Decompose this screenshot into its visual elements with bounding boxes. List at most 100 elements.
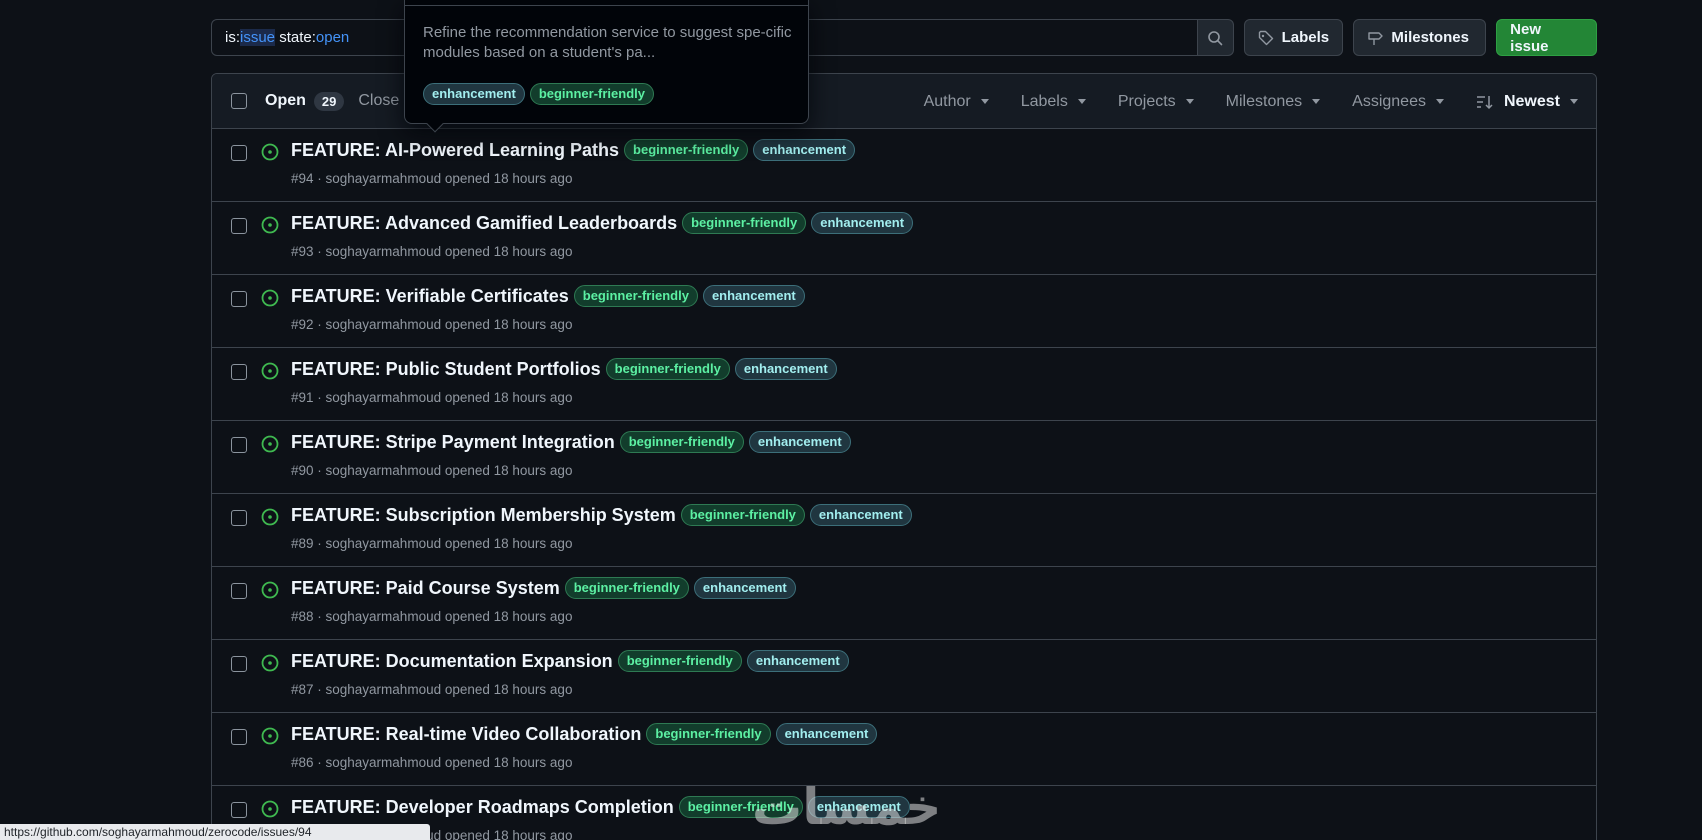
issue-row[interactable]: FEATURE: Public Student Portfolios begin…	[212, 348, 1596, 421]
sort-dropdown[interactable]: Newest	[1476, 93, 1578, 111]
tab-closed[interactable]: Close	[358, 92, 399, 110]
label-beginner-friendly[interactable]: beginner-friendly	[624, 139, 749, 161]
issues-page: is: issue state: open Labels Milestones Ne…	[0, 0, 1702, 840]
label-enhancement[interactable]: enhancement	[753, 139, 856, 161]
label-beginner-friendly[interactable]: beginner-friendly	[682, 212, 807, 234]
label-beginner-friendly[interactable]: beginner-friendly	[605, 358, 730, 380]
issue-title-link[interactable]: FEATURE: Developer Roadmaps Completion	[291, 797, 674, 818]
issue-title-link[interactable]: FEATURE: Stripe Payment Integration	[291, 432, 615, 453]
labels-button[interactable]: Labels	[1243, 19, 1344, 56]
label-beginner-friendly[interactable]: beginner-friendly	[617, 650, 742, 672]
issue-title-link[interactable]: FEATURE: Public Student Portfolios	[291, 359, 601, 380]
issue-checkbox[interactable]	[231, 437, 247, 453]
label-enhancement[interactable]: enhancement	[748, 431, 851, 453]
milestones-button-label: Milestones	[1391, 29, 1469, 46]
label-beginner-friendly[interactable]: beginner-friendly	[646, 723, 771, 745]
issue-checkbox[interactable]	[231, 218, 247, 234]
tab-open[interactable]: Open 29	[265, 91, 345, 111]
filter-assignees[interactable]: Assignees	[1352, 93, 1444, 111]
label-enhancement[interactable]: enhancement	[693, 577, 796, 599]
issue-meta: #87 · soghayarmahmoud opened 18 hours ag…	[291, 682, 573, 697]
search-token-state: state:	[275, 29, 316, 46]
label-enhancement[interactable]: enhancement	[702, 285, 805, 307]
search-button[interactable]	[1197, 19, 1234, 56]
filter-labels-label: Labels	[1020, 92, 1068, 110]
issue-rows: FEATURE: AI-Powered Learning Paths begin…	[212, 129, 1596, 840]
issue-row[interactable]: FEATURE: Stripe Payment Integration begi…	[212, 421, 1596, 494]
label-beginner-friendly[interactable]: beginner-friendly	[680, 504, 805, 526]
issue-title-link[interactable]: FEATURE: Subscription Membership System	[291, 505, 676, 526]
issue-row[interactable]: FEATURE: AI-Powered Learning Paths begin…	[212, 129, 1596, 202]
label-enhancement[interactable]: enhancement	[423, 83, 525, 105]
select-all-checkbox[interactable]	[231, 93, 247, 109]
search-token-open: open	[315, 29, 350, 46]
search-token-is: is:	[225, 29, 240, 46]
issue-checkbox[interactable]	[231, 729, 247, 745]
issue-title-link[interactable]: FEATURE: Paid Course System	[291, 578, 560, 599]
issue-row[interactable]: FEATURE: Subscription Membership System …	[212, 494, 1596, 567]
label-beginner-friendly[interactable]: beginner-friendly	[619, 431, 744, 453]
issue-title-link[interactable]: FEATURE: Documentation Expansion	[291, 651, 613, 672]
chevron-down-icon	[1185, 99, 1194, 104]
label-enhancement[interactable]: enhancement	[809, 504, 912, 526]
issue-title-link[interactable]: FEATURE: Advanced Gamified Leaderboards	[291, 213, 677, 234]
issue-title-line: FEATURE: Verifiable Certificates beginne…	[291, 285, 805, 307]
label-enhancement[interactable]: enhancement	[811, 212, 914, 234]
issue-checkbox[interactable]	[231, 291, 247, 307]
chevron-down-icon	[980, 99, 989, 104]
issue-checkbox[interactable]	[231, 510, 247, 526]
filter-author-label: Author	[923, 92, 971, 110]
issue-title-link[interactable]: FEATURE: Verifiable Certificates	[291, 286, 569, 307]
milestones-button[interactable]: Milestones	[1353, 19, 1487, 56]
search-icon	[1208, 30, 1223, 45]
hover-card-top-border	[405, 0, 808, 6]
issue-opened-icon	[261, 654, 279, 672]
issue-title-line: FEATURE: Stripe Payment Integration begi…	[291, 431, 851, 453]
filter-assignees-label: Assignees	[1352, 92, 1426, 110]
issue-checkbox[interactable]	[231, 364, 247, 380]
issue-opened-icon	[261, 289, 279, 307]
filter-projects[interactable]: Projects	[1118, 93, 1194, 111]
tag-icon	[1258, 30, 1273, 45]
new-issue-button[interactable]: New issue	[1496, 19, 1597, 56]
issue-opened-icon	[261, 727, 279, 745]
label-enhancement[interactable]: enhancement	[775, 723, 878, 745]
issue-title-link[interactable]: FEATURE: AI-Powered Learning Paths	[291, 140, 619, 161]
sort-icon	[1476, 95, 1493, 109]
filter-labels[interactable]: Labels	[1021, 93, 1086, 111]
issue-row[interactable]: FEATURE: Verifiable Certificates beginne…	[212, 275, 1596, 348]
issue-checkbox[interactable]	[231, 145, 247, 161]
labels-button-label: Labels	[1281, 29, 1330, 46]
issue-meta: #88 · soghayarmahmoud opened 18 hours ag…	[291, 609, 573, 624]
label-beginner-friendly[interactable]: beginner-friendly	[564, 577, 689, 599]
issue-hover-card: Refine the recommendation service to sug…	[404, 0, 809, 133]
issue-opened-icon	[261, 581, 279, 599]
label-beginner-friendly[interactable]: beginner-friendly	[529, 83, 654, 105]
issue-meta: #90 · soghayarmahmoud opened 18 hours ag…	[291, 463, 573, 478]
label-enhancement[interactable]: enhancement	[746, 650, 849, 672]
issue-title-line: FEATURE: AI-Powered Learning Paths begin…	[291, 139, 856, 161]
issue-row[interactable]: FEATURE: Paid Course System beginner-fri…	[212, 567, 1596, 640]
issue-row[interactable]: FEATURE: Real-time Video Collaboration b…	[212, 713, 1596, 786]
issue-checkbox[interactable]	[231, 583, 247, 599]
issue-meta: #86 · soghayarmahmoud opened 18 hours ag…	[291, 755, 573, 770]
filter-milestones[interactable]: Milestones	[1226, 93, 1321, 111]
issue-filters: Author Labels Projects Milestones Assign…	[892, 74, 1578, 129]
issue-opened-icon	[261, 435, 279, 453]
filter-projects-label: Projects	[1117, 92, 1176, 110]
issue-row[interactable]: FEATURE: Advanced Gamified Leaderboards …	[212, 202, 1596, 275]
label-enhancement[interactable]: enhancement	[734, 358, 837, 380]
label-beginner-friendly[interactable]: beginner-friendly	[573, 285, 698, 307]
milestone-icon	[1368, 31, 1384, 45]
issue-title-line: FEATURE: Real-time Video Collaboration b…	[291, 723, 878, 745]
issue-title-line: FEATURE: Subscription Membership System …	[291, 504, 912, 526]
link-status-bar: https://github.com/soghayarmahmoud/zeroc…	[0, 824, 430, 840]
issue-title-line: FEATURE: Paid Course System beginner-fri…	[291, 577, 796, 599]
issue-checkbox[interactable]	[231, 656, 247, 672]
issue-meta: #91 · soghayarmahmoud opened 18 hours ag…	[291, 390, 573, 405]
issue-row[interactable]: FEATURE: Documentation Expansion beginne…	[212, 640, 1596, 713]
issue-title-link[interactable]: FEATURE: Real-time Video Collaboration	[291, 724, 641, 745]
chevron-down-icon	[1077, 99, 1086, 104]
issue-checkbox[interactable]	[231, 802, 247, 818]
filter-author[interactable]: Author	[924, 93, 989, 111]
